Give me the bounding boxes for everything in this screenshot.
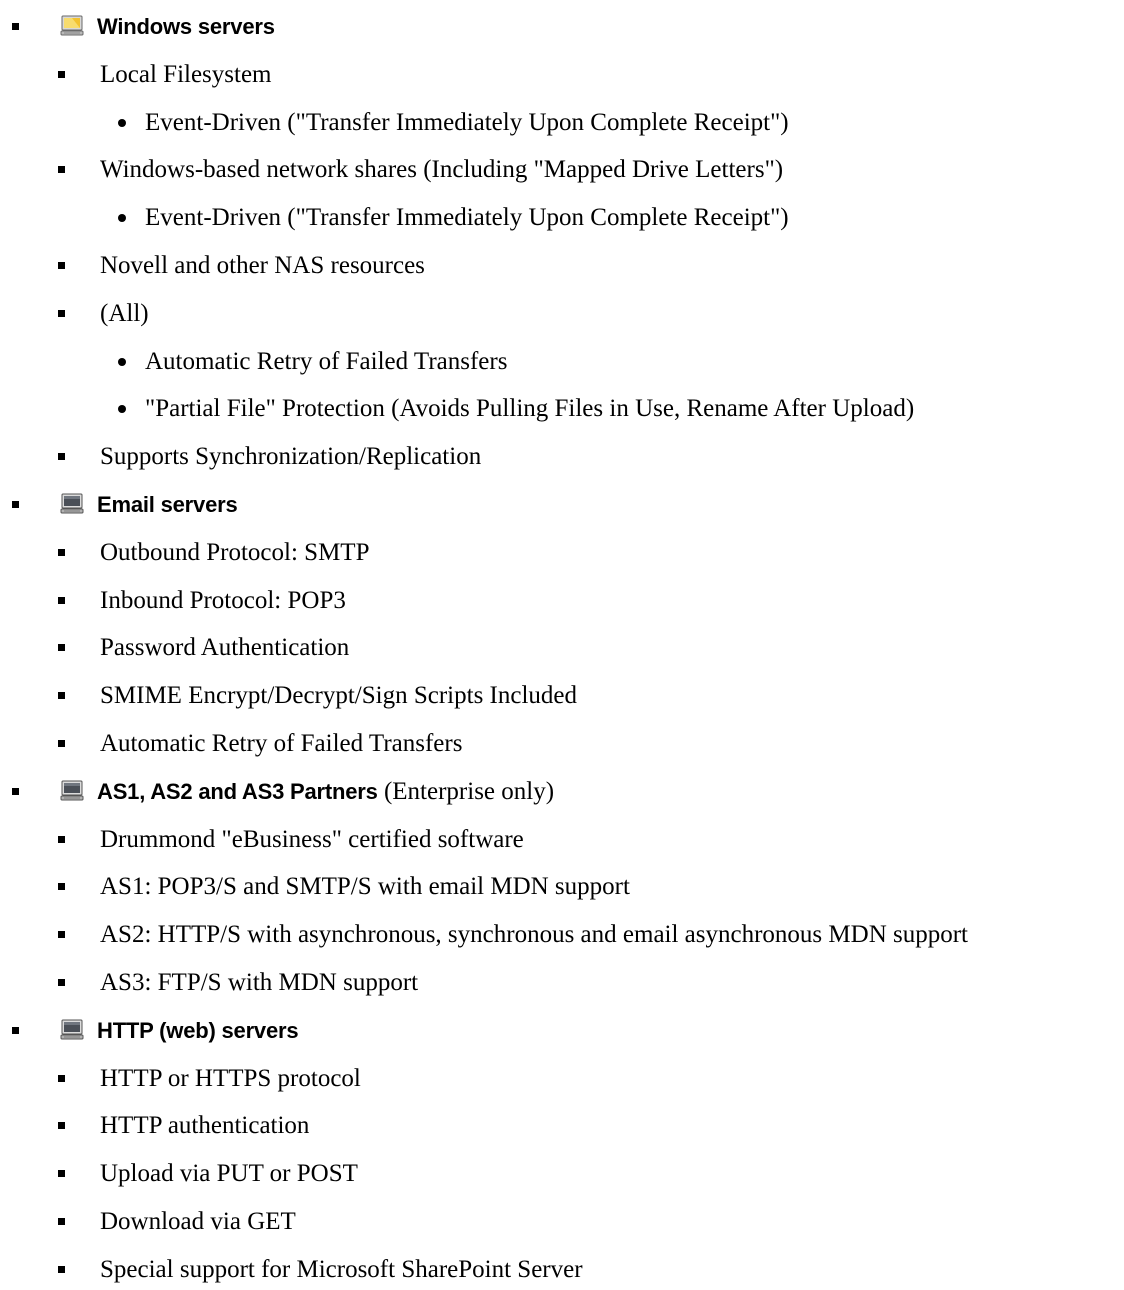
list-item-text: Download via GET <box>100 1208 296 1235</box>
sub-list-item-text: Automatic Retry of Failed Transfers <box>145 347 508 375</box>
square-bullet <box>58 979 65 986</box>
section-heading-text: Email servers <box>97 483 238 527</box>
list-item-text: SMIME Encrypt/Decrypt/Sign Scripts Inclu… <box>100 682 578 710</box>
square-bullet <box>58 1122 65 1130</box>
section-heading: Email servers <box>97 492 238 517</box>
list-item-text: Inbound Protocol: POP3 <box>100 586 346 614</box>
square-bullet <box>58 70 65 78</box>
list-item-text: Drummond "eBusiness" certified software <box>100 825 524 853</box>
list-item-text: AS2: HTTP/S with asynchronous, synchrono… <box>100 921 968 949</box>
square-bullet <box>12 501 19 508</box>
square-bullet <box>58 835 65 843</box>
square-bullet <box>58 692 65 700</box>
windows-server-folder-icon <box>60 15 84 37</box>
square-bullet <box>12 1026 19 1034</box>
square-bullet <box>58 166 65 174</box>
sub-list-item-text: Event-Driven ("Transfer Immediately Upon… <box>145 204 789 232</box>
section-heading-text: Windows servers <box>97 5 275 49</box>
section-heading-text: AS1, AS2 and AS3 Partners (Enterprise on… <box>97 770 554 814</box>
square-bullet <box>58 596 65 604</box>
list-item-text: Supports Synchronization/Replication <box>100 443 482 471</box>
list-item-text: Novell and other NAS resources <box>100 252 425 279</box>
square-bullet <box>12 787 19 795</box>
section-note: (Enterprise only) <box>383 777 555 805</box>
disc-bullet <box>118 118 126 127</box>
list-item-text: HTTP or HTTPS protocol <box>100 1064 361 1092</box>
list-item-text: Windows-based network shares (Including … <box>100 156 784 184</box>
list-item-text: AS1: POP3/S and SMTP/S with email MDN su… <box>100 873 630 901</box>
square-bullet <box>58 1074 65 1082</box>
disc-bullet <box>118 357 126 366</box>
square-bullet <box>58 883 65 891</box>
list-item-text: Automatic Retry of Failed Transfers <box>100 730 463 757</box>
square-bullet <box>58 1265 65 1273</box>
square-bullet <box>58 548 65 556</box>
list-item-text: Local Filesystem <box>100 60 272 88</box>
square-bullet <box>58 644 65 652</box>
server-computer-icon <box>60 780 84 802</box>
server-computer-icon <box>60 1019 84 1041</box>
section-heading: HTTP (web) servers <box>97 1017 299 1043</box>
list-item-text: HTTP authentication <box>100 1112 310 1140</box>
square-bullet <box>58 1170 65 1178</box>
list-item-text: (All) <box>100 299 149 327</box>
disc-bullet <box>118 405 126 414</box>
section-heading-text: HTTP (web) servers <box>97 1009 299 1053</box>
square-bullet <box>58 262 65 269</box>
list-item-text: Outbound Protocol: SMTP <box>100 538 370 566</box>
server-computer-icon <box>60 493 84 515</box>
square-bullet <box>58 453 65 461</box>
list-item-text: AS3: FTP/S with MDN support <box>100 969 419 996</box>
list-item-text: Upload via PUT or POST <box>100 1160 358 1188</box>
disc-bullet <box>118 214 126 223</box>
section-heading: Windows servers <box>97 14 275 39</box>
square-bullet <box>12 23 19 30</box>
section-heading: AS1, AS2 and AS3 Partners <box>97 778 378 804</box>
list-item-text: Special support for Microsoft SharePoint… <box>100 1255 583 1283</box>
sub-list-item-text: Event-Driven ("Transfer Immediately Upon… <box>145 108 789 136</box>
square-bullet <box>58 740 65 747</box>
square-bullet <box>58 309 65 317</box>
sub-list-item-text: "Partial File" Protection (Avoids Pullin… <box>145 395 915 423</box>
list-item-text: Password Authentication <box>100 634 350 662</box>
square-bullet <box>58 931 65 939</box>
square-bullet <box>58 1218 65 1225</box>
